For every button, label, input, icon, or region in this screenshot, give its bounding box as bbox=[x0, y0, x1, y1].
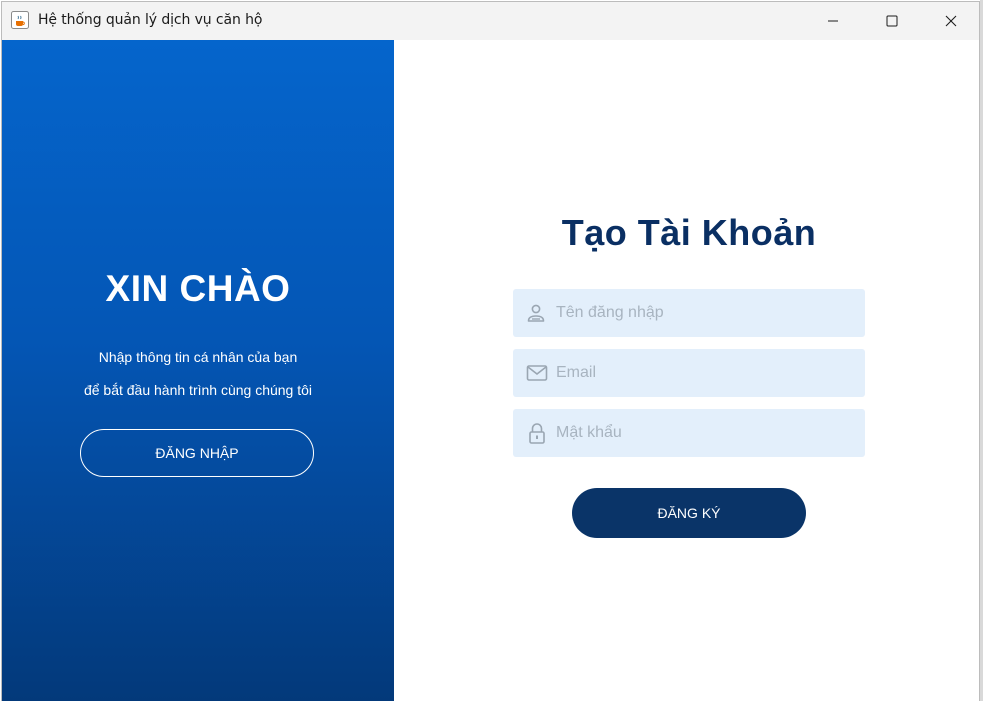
window-title: Hệ thống quản lý dịch vụ căn hộ bbox=[38, 12, 263, 28]
maximize-icon bbox=[886, 15, 898, 27]
login-button[interactable]: ĐĂNG NHẬP bbox=[80, 429, 314, 477]
password-input[interactable] bbox=[556, 409, 856, 457]
user-icon bbox=[526, 302, 548, 324]
username-field[interactable] bbox=[513, 289, 865, 337]
minimize-icon bbox=[828, 20, 838, 22]
title-bar[interactable]: Hệ thống quản lý dịch vụ căn hộ bbox=[2, 2, 979, 40]
mail-icon bbox=[526, 362, 548, 384]
password-field[interactable] bbox=[513, 409, 865, 457]
app-window: Hệ thống quản lý dịch vụ căn hộ XIN CHÀO… bbox=[1, 1, 980, 701]
lock-icon bbox=[526, 422, 548, 444]
register-button[interactable]: ĐĂNG KÝ bbox=[572, 488, 806, 538]
username-input[interactable] bbox=[556, 289, 856, 337]
register-panel: Tạo Tài Khoản Tên đăng nhập Email ĐĂNG K… bbox=[394, 40, 979, 701]
minimize-button[interactable] bbox=[804, 2, 862, 40]
welcome-panel: XIN CHÀO Nhập thông tin cá nhân của bạn … bbox=[2, 40, 394, 701]
email-input[interactable] bbox=[556, 349, 856, 397]
close-button[interactable] bbox=[922, 2, 979, 40]
java-coffee-icon bbox=[11, 11, 29, 29]
welcome-text-line-1: Nhập thông tin cá nhân của bạn bbox=[98, 349, 298, 365]
maximize-button[interactable] bbox=[863, 2, 921, 40]
welcome-heading: XIN CHÀO bbox=[105, 268, 291, 309]
close-icon bbox=[945, 15, 957, 27]
email-field[interactable] bbox=[513, 349, 865, 397]
welcome-text-line-2: để bắt đầu hành trình cùng chúng tôi bbox=[83, 382, 313, 398]
form-title: Tạo Tài Khoản bbox=[561, 212, 817, 253]
